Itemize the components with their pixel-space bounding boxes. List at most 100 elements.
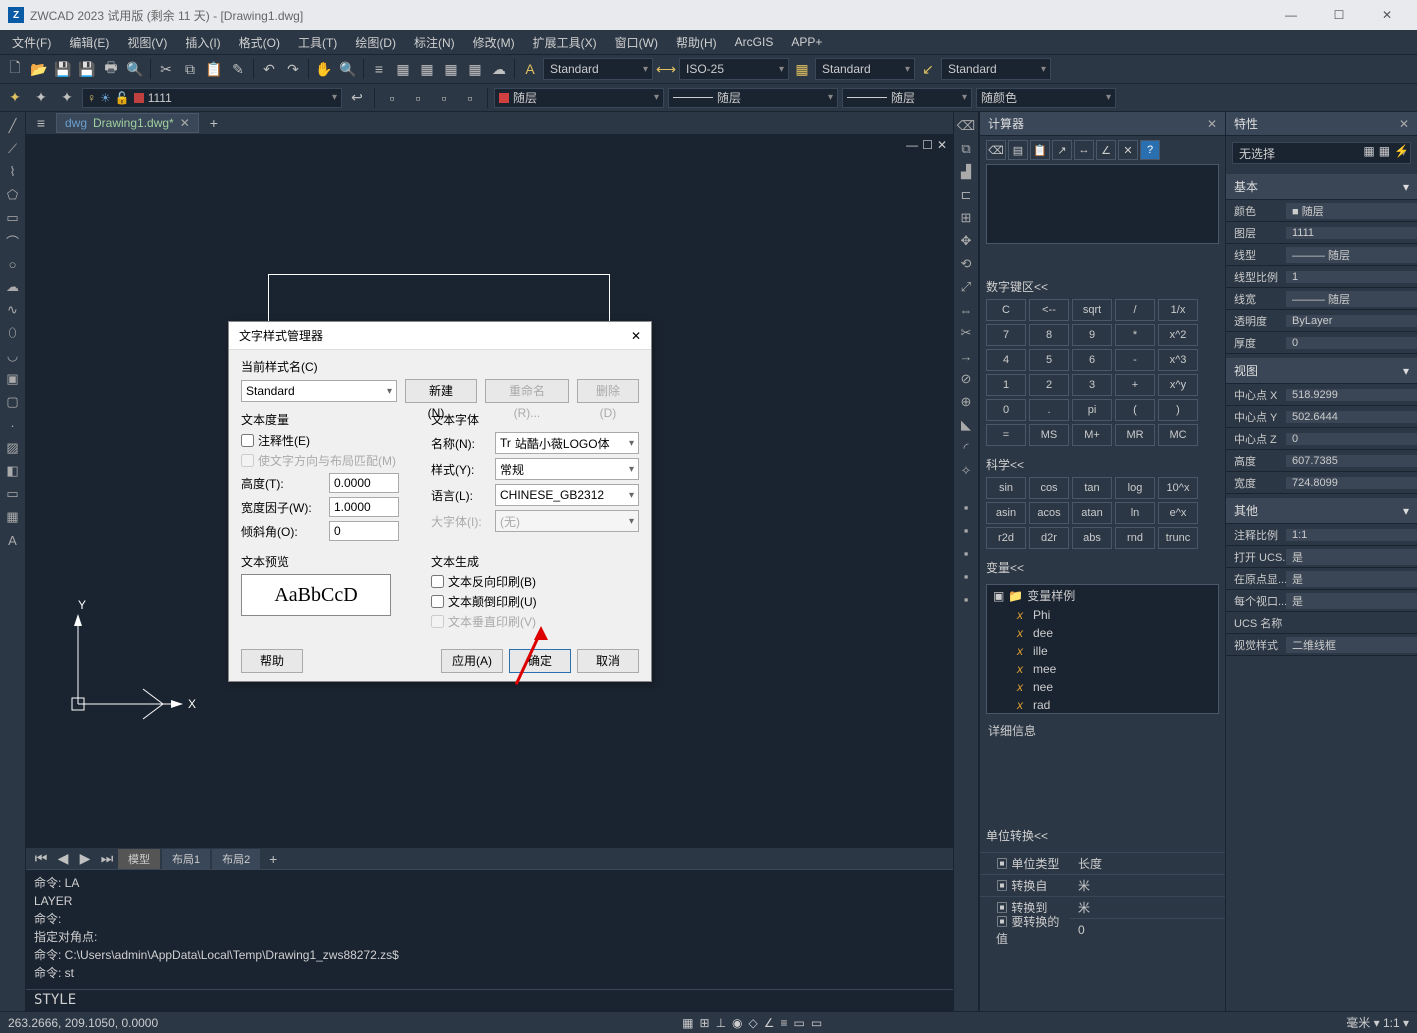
nav-next-icon[interactable]: ▶ xyxy=(74,848,96,870)
prop-row[interactable]: 中心点 Z0 xyxy=(1226,428,1417,450)
calc-ang-icon[interactable]: ∠ xyxy=(1096,140,1116,160)
var-header[interactable]: 变量<< xyxy=(980,559,1225,576)
key-M+[interactable]: M+ xyxy=(1072,424,1112,446)
key-)[interactable]: ) xyxy=(1158,399,1198,421)
layerfilter-icon[interactable]: ✦ xyxy=(56,87,78,109)
key-5[interactable]: 5 xyxy=(1029,349,1069,371)
prop-row[interactable]: 厚度0 xyxy=(1226,332,1417,354)
key-+[interactable]: + xyxy=(1115,374,1155,396)
command-input[interactable]: STYLE xyxy=(26,989,953,1011)
block-icon[interactable]: ▦ xyxy=(440,58,462,80)
polar-icon[interactable]: ◉ xyxy=(732,1016,742,1030)
prop-row[interactable]: 颜色■ 随层 xyxy=(1226,200,1417,222)
erase-icon[interactable]: ⌫ xyxy=(956,116,976,136)
key-pi[interactable]: pi xyxy=(1072,399,1112,421)
cloud-icon[interactable]: ☁ xyxy=(488,58,510,80)
cut-icon[interactable]: ✂ xyxy=(155,58,177,80)
backward-checkbox[interactable]: 文本反向印刷(B) xyxy=(431,573,639,590)
extend-icon[interactable]: → xyxy=(956,346,976,366)
var-root[interactable]: ▣📁变量样例 xyxy=(987,585,1218,606)
key-acos[interactable]: acos xyxy=(1029,502,1069,524)
layerstate-icon[interactable]: ✦ xyxy=(30,87,52,109)
key-([interactable]: ( xyxy=(1115,399,1155,421)
prop-row[interactable]: 中心点 Y502.6444 xyxy=(1226,406,1417,428)
view-max-icon[interactable]: ☐ xyxy=(922,138,933,152)
rotate-icon[interactable]: ⟲ xyxy=(956,254,976,274)
oblique-input[interactable] xyxy=(329,521,399,541)
lwt-icon[interactable]: ≡ xyxy=(781,1016,788,1030)
calc-hist-icon[interactable]: ▤ xyxy=(1008,140,1028,160)
calc-paste-icon[interactable]: 📋 xyxy=(1030,140,1050,160)
new-button[interactable]: 新建(N)... xyxy=(405,379,477,403)
move-icon[interactable]: ✥ xyxy=(956,231,976,251)
key-cos[interactable]: cos xyxy=(1029,477,1069,499)
layerprev-icon[interactable]: ↩ xyxy=(346,87,368,109)
key-7[interactable]: 7 xyxy=(986,324,1026,346)
tool-d-icon[interactable]: ▫ xyxy=(459,87,481,109)
tablestyle-combo[interactable]: Standard xyxy=(815,58,915,80)
var-dee[interactable]: xdee xyxy=(987,624,1218,642)
layer-combo[interactable]: ♀☀🔓1111 xyxy=(82,88,342,108)
key-trunc[interactable]: trunc xyxy=(1158,527,1198,549)
key-abs[interactable]: abs xyxy=(1072,527,1112,549)
help-button[interactable]: 帮助 xyxy=(241,649,303,673)
pline-icon[interactable]: ⌇ xyxy=(3,162,23,182)
design-icon[interactable]: ▦ xyxy=(416,58,438,80)
menu-draw[interactable]: 绘图(D) xyxy=(347,31,404,54)
section-view[interactable]: 视图▾ xyxy=(1226,358,1417,384)
section-other[interactable]: 其他▾ xyxy=(1226,498,1417,524)
menu-ext[interactable]: 扩展工具(X) xyxy=(525,31,605,54)
region-icon[interactable]: ▭ xyxy=(3,484,23,504)
tab-menu-icon[interactable]: ≡ xyxy=(30,112,52,134)
plotstyle-combo[interactable]: 随颜色 xyxy=(976,88,1116,108)
palette-c-icon[interactable]: ▪ xyxy=(956,543,976,563)
key-e^x[interactable]: e^x xyxy=(1158,502,1198,524)
nav-last-icon[interactable]: ⏭ xyxy=(96,848,118,870)
new-icon[interactable]: 🗋 xyxy=(4,58,26,80)
unit-row[interactable]: ▣ 转换自米 xyxy=(980,874,1225,896)
prop-row[interactable]: 打开 UCS...是 xyxy=(1226,546,1417,568)
apply-button[interactable]: 应用(A) xyxy=(441,649,503,673)
key-sqrt[interactable]: sqrt xyxy=(1072,299,1112,321)
menu-arcgis[interactable]: ArcGIS xyxy=(727,32,782,52)
prop-row[interactable]: 在原点显...是 xyxy=(1226,568,1417,590)
width-input[interactable] xyxy=(329,497,399,517)
circle-icon[interactable]: ○ xyxy=(3,254,23,274)
menu-app[interactable]: APP+ xyxy=(783,32,830,52)
xline-icon[interactable]: ⟋ xyxy=(3,139,23,159)
undo-icon[interactable]: ↶ xyxy=(258,58,280,80)
mirror-icon[interactable]: ▟ xyxy=(956,162,976,182)
explode-icon[interactable]: ✧ xyxy=(956,461,976,481)
props-icon[interactable]: ▦ xyxy=(392,58,414,80)
key-/[interactable]: / xyxy=(1115,299,1155,321)
prop-row[interactable]: 视觉样式二维线框 xyxy=(1226,634,1417,656)
ellipse-icon[interactable]: ⬯ xyxy=(3,323,23,343)
plot-icon[interactable]: 🖶 xyxy=(100,58,122,80)
prop-row[interactable]: 高度607.7385 xyxy=(1226,450,1417,472)
point-icon[interactable]: · xyxy=(3,415,23,435)
saveas-icon[interactable]: 💾 xyxy=(76,58,98,80)
scale-icon[interactable]: ⤢ xyxy=(956,277,976,297)
table-icon[interactable]: ▦ xyxy=(3,507,23,527)
key-1[interactable]: 1 xyxy=(986,374,1026,396)
offset-icon[interactable]: ⊏ xyxy=(956,185,976,205)
close-tab-icon[interactable]: ✕ xyxy=(180,116,190,130)
tablestyle-icon[interactable]: ▦ xyxy=(791,58,813,80)
key-sin[interactable]: sin xyxy=(986,477,1026,499)
menu-format[interactable]: 格式(O) xyxy=(231,31,288,54)
break-icon[interactable]: ⊘ xyxy=(956,369,976,389)
fontstyle-combo[interactable]: 常规 xyxy=(495,458,639,480)
key-C[interactable]: C xyxy=(986,299,1026,321)
key-x^y[interactable]: x^y xyxy=(1158,374,1198,396)
key-3[interactable]: 3 xyxy=(1072,374,1112,396)
textstyle-combo[interactable]: Standard xyxy=(543,58,653,80)
prop-row[interactable]: 宽度724.8099 xyxy=(1226,472,1417,494)
menu-edit[interactable]: 编辑(E) xyxy=(61,31,117,54)
key-*[interactable]: * xyxy=(1115,324,1155,346)
numeric-header[interactable]: 数字键区<< xyxy=(980,278,1225,295)
calc-x-icon[interactable]: ✕ xyxy=(1118,140,1138,160)
tool-a-icon[interactable]: ▫ xyxy=(381,87,403,109)
key-ln[interactable]: ln xyxy=(1115,502,1155,524)
save-icon[interactable]: 💾 xyxy=(52,58,74,80)
menu-modify[interactable]: 修改(M) xyxy=(465,31,523,54)
